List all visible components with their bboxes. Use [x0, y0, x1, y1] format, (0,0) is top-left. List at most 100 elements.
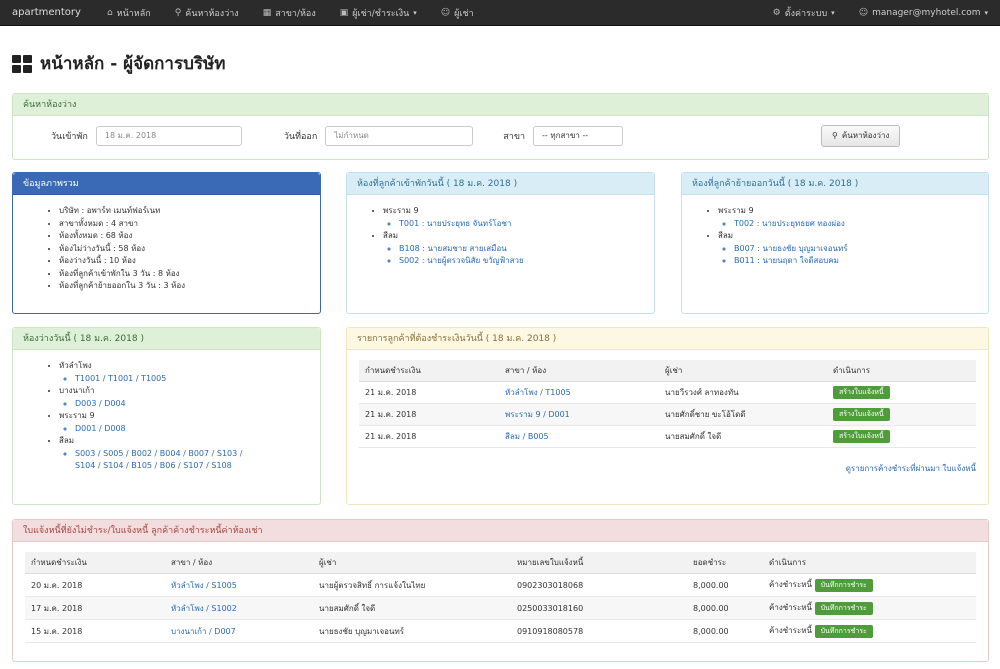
- nav-settings-label: ตั้งค่าระบบ: [784, 8, 828, 19]
- record-payment-button[interactable]: บันทึกการชำระ: [814, 579, 873, 592]
- vacant-rooms-link[interactable]: D003 / D004: [75, 398, 320, 411]
- nav-tenants[interactable]: ☺ ผู้เช่า: [429, 0, 486, 26]
- money-icon: ▣: [339, 7, 349, 18]
- checkin-group-name: สีลม: [383, 231, 399, 240]
- room-link[interactable]: หัวลำโพง / T1005: [499, 381, 659, 404]
- billing-today-header: รายการลูกค้าที่ต้องชำระเงินวันนี้ ( 18 ม…: [347, 328, 988, 350]
- room-link[interactable]: บางนาเก้า / D007: [165, 619, 313, 643]
- checkin-group: สีลม B108 : นายสมชาย สายเสมือน S002 : นา…: [383, 230, 654, 268]
- due-date: 21 ม.ค. 2018: [359, 425, 499, 448]
- user-icon: ☺: [440, 7, 451, 18]
- checkin-today-header: ห้องที่ลูกค้าเข้าพักวันนี้ ( 18 ม.ค. 201…: [347, 173, 654, 195]
- nav-payments[interactable]: ▣ ผู้เช่า/ชำระเงิน ▾: [328, 0, 429, 26]
- nav-search-label: ค้นหาห้องว่าง: [185, 8, 239, 19]
- status-text: ค้างชำระหนี้: [769, 626, 813, 635]
- col-tenant: ผู้เช่า: [313, 552, 511, 574]
- checkout-group: สีลม B007 : นายธงชัย บุญมาเจอนทร์ B011 :…: [718, 230, 988, 268]
- checkout-today-panel: ห้องที่ลูกค้าย้ายออกวันนี้ ( 18 ม.ค. 201…: [681, 172, 989, 314]
- record-payment-button[interactable]: บันทึกการชำระ: [814, 602, 873, 615]
- checkout-group-name: สีลม: [718, 231, 734, 240]
- vacant-group: หัวลำโพง T1001 / T1001 / T1005: [59, 360, 320, 385]
- due-date: 17 ม.ค. 2018: [25, 596, 165, 620]
- settings-icon: ⚙: [772, 7, 781, 18]
- nav-account[interactable]: ☺ manager@myhotel.com ▾: [847, 0, 1000, 26]
- home-icon: ⌂: [106, 7, 113, 18]
- due-date: 21 ม.ค. 2018: [359, 381, 499, 404]
- vacant-group-name: พระราม 9: [59, 411, 95, 420]
- checkout-date-input[interactable]: ไม่กำหนด: [325, 126, 474, 146]
- nav-settings[interactable]: ⚙ ตั้งค่าระบบ ▾: [761, 0, 847, 26]
- vacant-rooms-link[interactable]: T1001 / T1001 / T1005: [75, 373, 320, 386]
- invoice-number: 0250033018160: [511, 596, 687, 620]
- checkout-room-link[interactable]: B007 : นายธงชัย บุญมาเจอนทร์: [734, 243, 988, 256]
- checkout-room-link[interactable]: T002 : นายประยุทธยศ ทองผ่อง: [734, 218, 988, 231]
- room-link[interactable]: พระราม 9 / D001: [499, 403, 659, 426]
- checkin-label: วันเข้าพัก: [51, 132, 88, 142]
- billing-today-panel: รายการลูกค้าที่ต้องชำระเงินวันนี้ ( 18 ม…: [346, 327, 989, 505]
- search-rooms-button[interactable]: ⚲ ค้นหาห้องว่าง: [821, 125, 901, 147]
- nav-branches[interactable]: ▦ สาขา/ห้อง: [251, 0, 328, 26]
- branch-select[interactable]: -- ทุกสาขา --: [533, 126, 624, 146]
- top-navbar: apartmentory ⌂ หน้าหลัก ⚲ ค้นหาห้องว่าง ▦ ส…: [0, 0, 1000, 26]
- checkin-date-input[interactable]: 18 ม.ค. 2018: [95, 126, 242, 146]
- summary-panel: ข้อมูลภาพรวม บริษัท : อพาร์ท เมนท์ฟอร์เน…: [12, 172, 321, 314]
- building-icon: ▦: [262, 7, 272, 18]
- vacant-rooms-link[interactable]: D001 / D008: [75, 423, 320, 436]
- checkin-group-name: พระราม 9: [383, 206, 419, 215]
- col-room: สาขา / ห้อง: [499, 360, 659, 382]
- overdue-panel: ใบแจ้งหนี้ที่ยังไม่ชำระ/ใบแจ้งหนี้ ลูกค้…: [12, 519, 989, 662]
- create-invoice-button[interactable]: สร้างใบแจ้งหนี้: [833, 430, 890, 443]
- room-link[interactable]: หัวลำโพง / S1005: [165, 573, 313, 597]
- nav-tenants-label: ผู้เช่า: [454, 8, 474, 19]
- checkout-label: วันที่ออก: [283, 132, 318, 142]
- checkout-room-link[interactable]: B011 : นายนฤดา ใจดีสอบคม: [734, 255, 988, 268]
- due-date: 21 ม.ค. 2018: [359, 403, 499, 426]
- checkin-room-link[interactable]: T001 : นายประยุทธ จันทร์โอชา: [399, 218, 654, 231]
- due-date: 20 ม.ค. 2018: [25, 573, 165, 597]
- summary-vacant: ห้องว่างวันนี้ : 10 ห้อง: [59, 255, 320, 268]
- checkin-room-link[interactable]: S002 : นายผู้ตรวจนิสัย ขวัญฟ้าสวย: [399, 255, 654, 268]
- tenant-name: นายสมศักดิ์ ใจดี: [313, 596, 511, 620]
- col-invoice-no: หมายเลขใบแจ้งหนี้: [511, 552, 687, 574]
- invoice-number: 0902303018068: [511, 573, 687, 597]
- checkin-today-list: พระราม 9 T001 : นายประยุทธ จันทร์โอชา สี…: [347, 195, 654, 268]
- view-invoices-link[interactable]: ดูรายการค้างชำระที่ผ่านมา ใบแจ้งหนี้: [846, 464, 976, 473]
- col-amount: ยอดชำระ: [687, 552, 763, 574]
- nav-branches-label: สาขา/ห้อง: [275, 8, 316, 19]
- vacant-group-name: หัวลำโพง: [59, 361, 92, 370]
- record-payment-button[interactable]: บันทึกการชำระ: [814, 625, 873, 638]
- col-tenant: ผู้เช่า: [659, 360, 827, 382]
- room-link[interactable]: หัวลำโพง / S1002: [165, 596, 313, 620]
- col-due-date: กำหนดชำระเงิน: [359, 360, 499, 382]
- status-text: ค้างชำระหนี้: [769, 603, 813, 612]
- col-action: ดำเนินการ: [763, 552, 976, 574]
- tenant-name: นายวีรวงศ์ ลาทองทัน: [659, 381, 827, 404]
- summary-branches: สาขาทั้งหมด : 4 สาขา: [59, 218, 320, 231]
- checkin-room-link[interactable]: B108 : นายสมชาย สายเสมือน: [399, 243, 654, 256]
- vacant-group: พระราม 9 D001 / D008: [59, 410, 320, 435]
- search-icon: ⚲: [832, 131, 838, 140]
- room-link[interactable]: สีลม / B005: [499, 425, 659, 448]
- amount: 8,000.00: [687, 573, 763, 597]
- vacant-group-name: สีลม: [59, 436, 75, 445]
- search-panel-header: ค้นหาห้องว่าง: [13, 94, 988, 116]
- search-form: วันเข้าพัก 18 ม.ค. 2018 วันที่ออก ไม่กำห…: [13, 116, 988, 156]
- create-invoice-button[interactable]: สร้างใบแจ้งหนี้: [833, 386, 890, 399]
- nav-home[interactable]: ⌂ หน้าหลัก: [95, 0, 163, 26]
- table-row: 21 ม.ค. 2018 สีลม / B005 นายสมศักดิ์ ใจด…: [359, 425, 976, 448]
- nav-search-rooms[interactable]: ⚲ ค้นหาห้องว่าง: [163, 0, 251, 26]
- vacant-group: บางนาเก้า D003 / D004: [59, 385, 320, 410]
- summary-list: บริษัท : อพาร์ท เมนท์ฟอร์เนท สาขาทั้งหมด…: [13, 195, 320, 293]
- create-invoice-button[interactable]: สร้างใบแจ้งหนี้: [833, 408, 890, 421]
- vacant-group: สีลม S003 / S005 / B002 / B004 / B007 / …: [59, 435, 320, 473]
- brand-logo[interactable]: apartmentory: [0, 7, 95, 18]
- amount: 8,000.00: [687, 596, 763, 620]
- checkout-group-name: พระราม 9: [718, 206, 754, 215]
- chevron-down-icon: ▾: [413, 8, 417, 17]
- vacant-today-header: ห้องว่างวันนี้ ( 18 ม.ค. 2018 ): [13, 328, 320, 350]
- branch-label: สาขา: [503, 132, 526, 142]
- vacant-rooms-link[interactable]: S003 / S005 / B002 / B004 / B007 / S103 …: [75, 448, 265, 473]
- table-row: 21 ม.ค. 2018 พระราม 9 / D001 นายศักดิ์ชา…: [359, 403, 976, 426]
- col-action: ดำเนินการ: [827, 360, 976, 382]
- billing-table: กำหนดชำระเงิน สาขา / ห้อง ผู้เช่า ดำเนิน…: [359, 360, 976, 448]
